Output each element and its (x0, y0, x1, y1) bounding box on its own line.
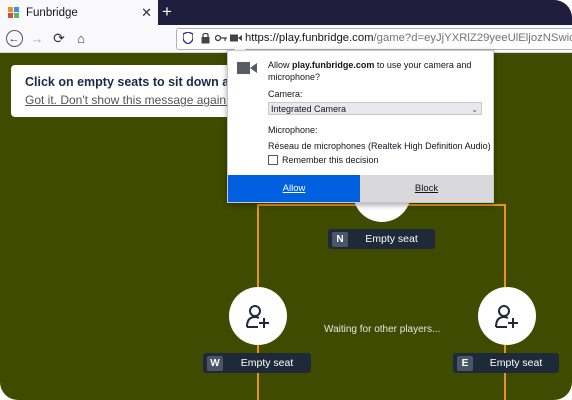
seat-north-status: Empty seat (365, 233, 418, 245)
dismiss-message-link[interactable]: Got it. Don't show this message again. (25, 93, 229, 107)
info-banner: Click on empty seats to sit down and Got… (11, 65, 261, 117)
back-arrow-icon: ← (5, 30, 23, 47)
add-player-icon (246, 305, 269, 328)
banner-title: Click on empty seats to sit down and (25, 75, 245, 89)
navigation-bar: ← → ⟳ ⌂ https://play.funbridge.com/game?… (0, 25, 572, 53)
url-path: /game?d=eyJjYXRlZ29yeeUlEljozNSwicmVzdWx… (373, 32, 572, 44)
permission-popup: Allow play.funbridge.com to use your cam… (227, 50, 494, 203)
url-domain: https://play.funbridge.com (245, 32, 374, 44)
prompt-domain: play.funbridge.com (292, 60, 375, 70)
tab-title: Funbridge (26, 6, 78, 19)
close-tab-icon[interactable]: ✕ (141, 5, 152, 21)
add-player-icon (495, 305, 518, 328)
seat-north-label[interactable]: N Empty seat (328, 229, 435, 249)
seat-west-circle[interactable] (229, 287, 287, 345)
new-tab-button[interactable]: + (162, 2, 172, 22)
prompt-prefix: Allow (268, 60, 293, 70)
seat-east-direction: E (457, 355, 473, 371)
forward-arrow-icon[interactable]: → (28, 25, 46, 52)
camera-icon[interactable] (230, 33, 242, 43)
remember-label: Remember this decision (282, 155, 379, 165)
permission-key-icon[interactable] (215, 33, 227, 43)
seat-west-status: Empty seat (240, 357, 294, 369)
camera-label: Camera: (268, 89, 303, 99)
microphone-value: Réseau de microphones (Realtek High Defi… (268, 141, 491, 151)
home-icon[interactable]: ⌂ (72, 25, 90, 52)
allow-button[interactable]: Allow (228, 175, 360, 202)
browser-window: Funbridge ✕ + ← → ⟳ ⌂ https://play.funbr… (0, 0, 572, 400)
remember-checkbox[interactable] (268, 155, 278, 165)
seat-east-circle[interactable] (478, 287, 536, 345)
microphone-label: Microphone: (268, 125, 318, 135)
seat-east-status: Empty seat (489, 357, 543, 369)
seat-west-label[interactable]: W Empty seat (203, 353, 311, 373)
waiting-message: Waiting for other players... (324, 324, 441, 335)
camera-select-value: Integrated Camera (271, 104, 347, 114)
reload-icon[interactable]: ⟳ (50, 25, 68, 52)
camera-icon (237, 62, 257, 74)
back-button[interactable]: ← (4, 25, 24, 52)
url-text[interactable]: https://play.funbridge.com/game?d=eyJjYX… (245, 32, 572, 44)
remember-decision[interactable]: Remember this decision (268, 155, 379, 165)
permission-prompt: Allow play.funbridge.com to use your cam… (268, 59, 488, 83)
camera-select[interactable]: Integrated Camera ⌄ (268, 102, 482, 115)
tracking-shield-icon[interactable] (183, 32, 193, 44)
tab-funbridge[interactable]: Funbridge ✕ (0, 0, 158, 25)
lock-icon[interactable] (201, 32, 210, 44)
seat-east-label[interactable]: E Empty seat (453, 353, 559, 373)
block-button[interactable]: Block (360, 175, 493, 202)
chevron-down-icon: ⌄ (471, 105, 478, 114)
tab-strip: Funbridge ✕ + (0, 0, 572, 25)
funbridge-favicon-icon (8, 6, 19, 18)
seat-west-direction: W (207, 355, 223, 371)
seat-north-direction: N (332, 231, 348, 247)
